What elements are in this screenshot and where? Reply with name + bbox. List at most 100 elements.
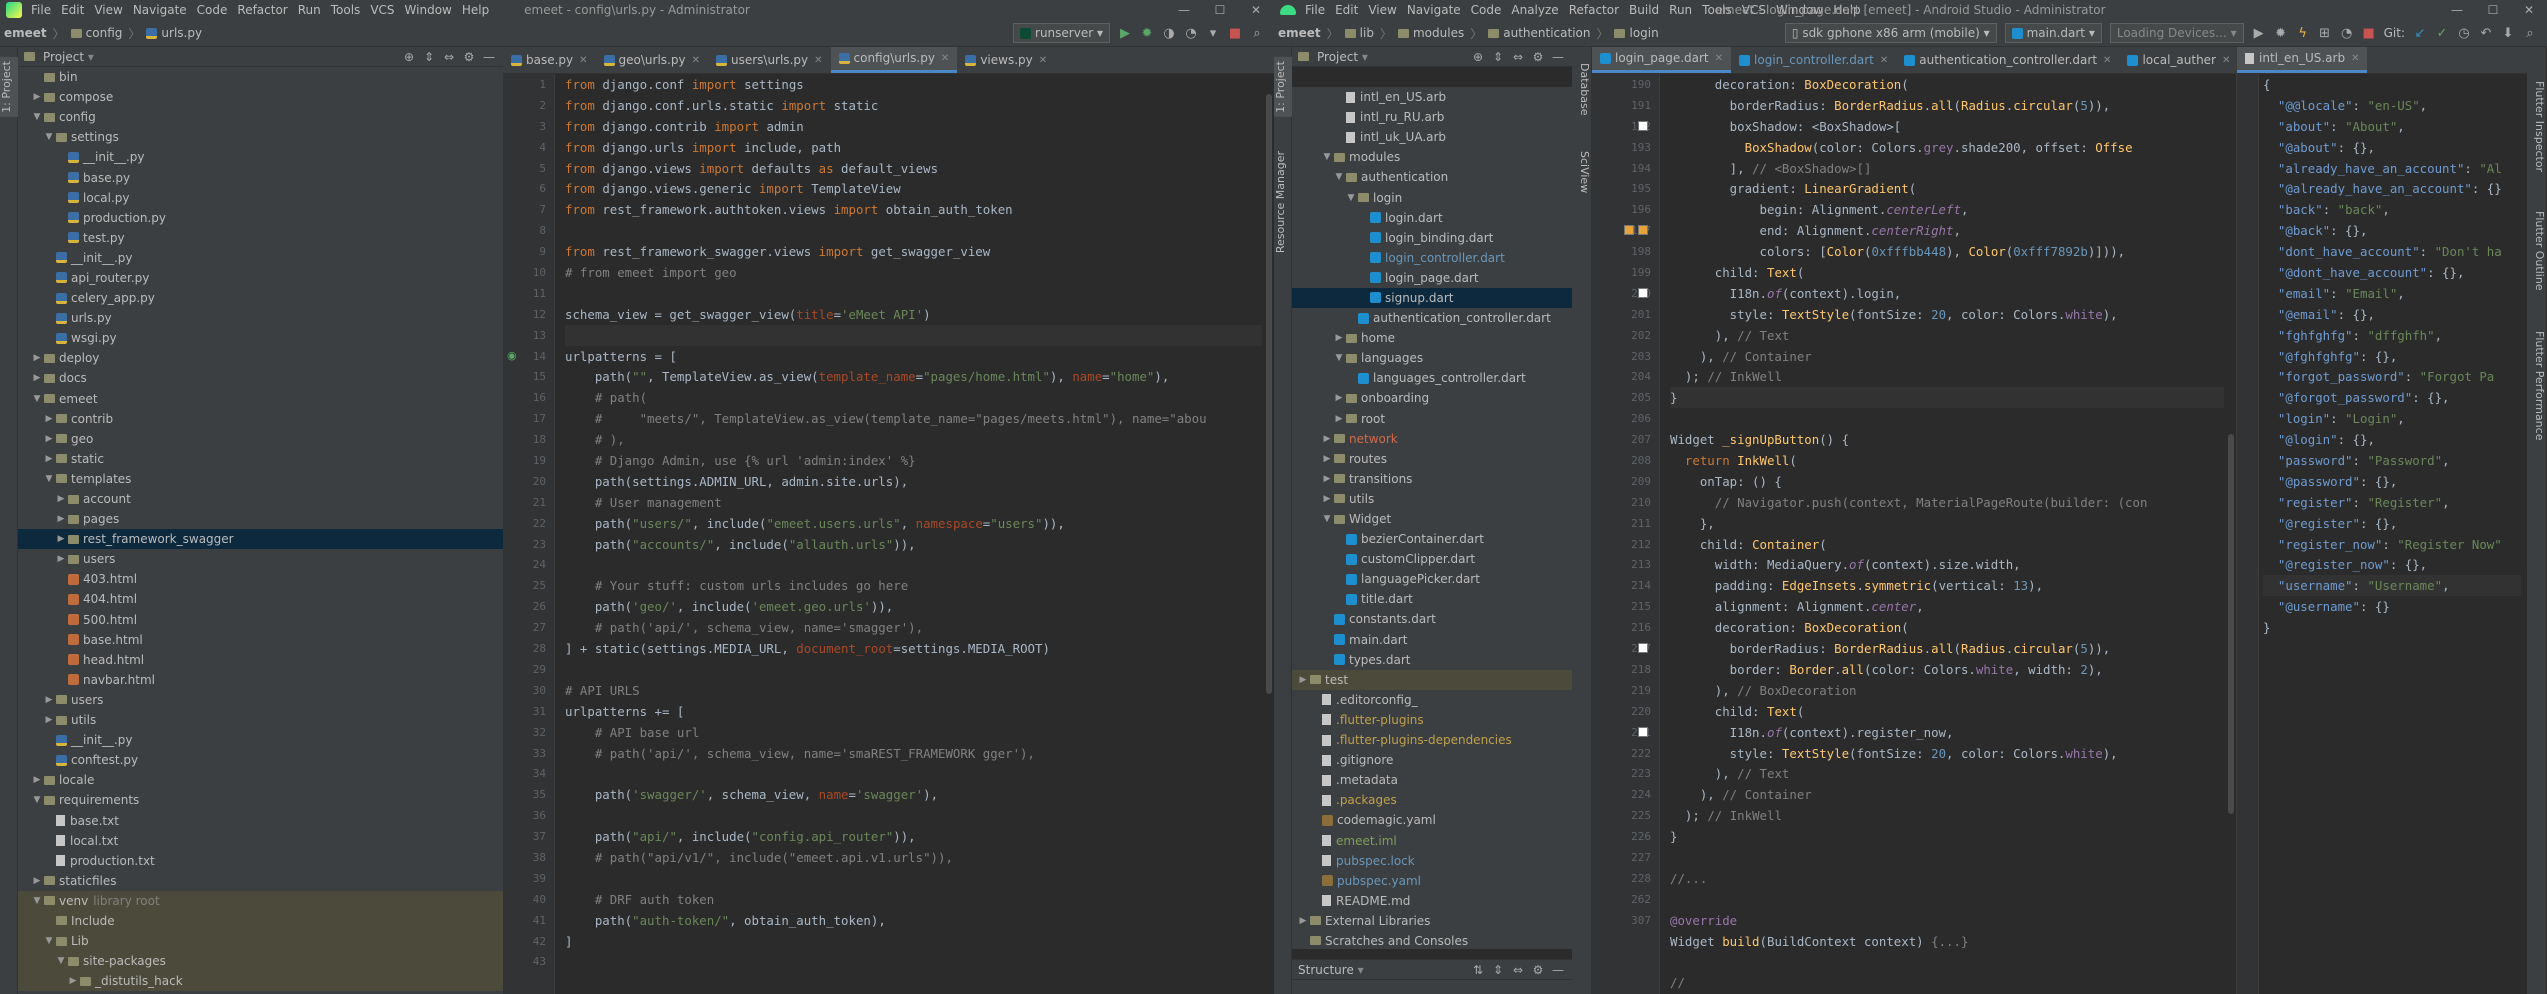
- collapsed-arrow-icon[interactable]: ▶: [42, 409, 56, 429]
- tree-item-languages[interactable]: ▼ languages: [1292, 348, 1572, 368]
- git-commit-icon[interactable]: ✓: [2431, 26, 2453, 41]
- expanded-arrow-icon[interactable]: ▼: [1344, 188, 1358, 208]
- tree-item-widget[interactable]: ▼ Widget: [1292, 509, 1572, 529]
- search-everywhere-icon[interactable]: ⌕: [1246, 26, 1268, 41]
- tree-item-authentication-controller-dart[interactable]: authentication_controller.dart: [1292, 308, 1572, 328]
- expanded-arrow-icon[interactable]: ▼: [30, 891, 44, 911]
- menu-view[interactable]: View: [1363, 3, 1401, 17]
- collapsed-arrow-icon[interactable]: ▶: [30, 87, 44, 107]
- run-icon[interactable]: ▶: [2248, 26, 2270, 41]
- debug-icon[interactable]: ✹: [1136, 26, 1158, 41]
- tree-item-local-txt[interactable]: local.txt: [18, 831, 503, 851]
- tree-item-geo[interactable]: ▶ geo: [18, 429, 503, 449]
- tree-item-intl-en-us-arb[interactable]: intl_en_US.arb: [1292, 87, 1572, 107]
- collapsed-arrow-icon[interactable]: ▶: [54, 529, 68, 549]
- expanded-arrow-icon[interactable]: ▼: [1320, 147, 1334, 167]
- attach-icon[interactable]: ⊞: [2314, 26, 2336, 41]
- tree-item-distutils-hack[interactable]: ▶ _distutils_hack: [18, 971, 503, 992]
- close-tab-icon[interactable]: ✕: [814, 47, 822, 74]
- tree-item-bin[interactable]: bin: [18, 67, 503, 87]
- tree-item-wsgi-py[interactable]: wsgi.py: [18, 328, 503, 348]
- tab-base-py[interactable]: base.py ✕: [503, 47, 596, 73]
- tree-item-title-dart[interactable]: title.dart: [1292, 589, 1572, 609]
- tree-item-locale[interactable]: ▶ locale: [18, 770, 503, 790]
- tree-item-login-page-dart[interactable]: login_page.dart: [1292, 268, 1572, 288]
- tree-item-intl-uk-ua-arb[interactable]: intl_uk_UA.arb: [1292, 127, 1572, 147]
- left-code-area[interactable]: from django.conf import settings from dja…: [565, 74, 1262, 994]
- menu-navigate[interactable]: Navigate: [128, 3, 192, 17]
- tree-item-languagepicker-dart[interactable]: languagePicker.dart: [1292, 569, 1572, 589]
- breadcrumb-login[interactable]: login: [1610, 26, 1662, 40]
- left-scroll-thumb[interactable]: [1266, 94, 1272, 694]
- tree-item-codemagic-yaml[interactable]: codemagic.yaml: [1292, 810, 1572, 830]
- tree-item-docs[interactable]: ▶ docs: [18, 368, 503, 388]
- tree-item-readme-md[interactable]: README.md: [1292, 891, 1572, 911]
- hide-icon[interactable]: —: [1548, 50, 1568, 64]
- tree-item-users[interactable]: ▶ users: [18, 549, 503, 569]
- tree-item-constants-dart[interactable]: constants.dart: [1292, 609, 1572, 629]
- breadcrumb-root[interactable]: emeet: [1274, 26, 1325, 40]
- color-preview-icon[interactable]: [1638, 288, 1648, 298]
- breadcrumb-root[interactable]: emeet: [0, 26, 51, 40]
- menu-tools[interactable]: Tools: [1697, 3, 1737, 17]
- tree-item-emeet[interactable]: ▼ emeet: [18, 389, 503, 409]
- tree-item-types-dart[interactable]: types.dart: [1292, 650, 1572, 670]
- tab-authentication-controller-dart[interactable]: authentication_controller.dart ✕: [1896, 47, 2119, 73]
- menu-window[interactable]: Window: [400, 3, 457, 17]
- collapsed-arrow-icon[interactable]: ▶: [1332, 328, 1346, 348]
- tree-item-home[interactable]: ▶ home: [1292, 328, 1572, 348]
- tree-item-init-py[interactable]: __init__.py: [18, 248, 503, 268]
- hide-icon[interactable]: —: [1548, 963, 1568, 977]
- tree-item-account[interactable]: ▶ account: [18, 489, 503, 509]
- tree-item-signup-dart[interactable]: signup.dart: [1292, 287, 1572, 309]
- tree-item-rest-framework-swagger[interactable]: ▶ rest_framework_swagger: [18, 529, 503, 550]
- coverage-icon[interactable]: ◑: [1158, 26, 1180, 41]
- devices-select[interactable]: Loading Devices... ▾: [2109, 23, 2244, 43]
- expanded-arrow-icon[interactable]: ▼: [1332, 348, 1346, 368]
- tree-item-init-py[interactable]: __init__.py: [18, 147, 503, 167]
- tree-item-templates[interactable]: ▼ templates: [18, 469, 503, 489]
- expanded-arrow-icon[interactable]: ▼: [54, 951, 68, 971]
- collapsed-arrow-icon[interactable]: ▶: [54, 489, 68, 509]
- device-select[interactable]: ▯ sdk gphone x86 arm (mobile) ▾: [1784, 23, 1997, 43]
- collapsed-arrow-icon[interactable]: ▶: [30, 871, 44, 891]
- tree-item-customclipper-dart[interactable]: customClipper.dart: [1292, 549, 1572, 569]
- breadcrumb-lib[interactable]: lib: [1341, 26, 1378, 40]
- run-icon[interactable]: ▶: [1114, 26, 1136, 41]
- arb-code-area[interactable]: { "@@locale": "en-US", "about": "About",…: [2263, 74, 2521, 994]
- menu-file[interactable]: File: [26, 3, 56, 17]
- tree-item-network[interactable]: ▶ network: [1292, 429, 1572, 449]
- sort-icon[interactable]: ⇅: [1468, 963, 1488, 977]
- tree-item-compose[interactable]: ▶ compose: [18, 87, 503, 107]
- tree-item-emeet-iml[interactable]: emeet.iml: [1292, 830, 1572, 850]
- git-history-icon[interactable]: ◷: [2453, 26, 2475, 41]
- collapse-all-icon[interactable]: ⇔: [1508, 963, 1528, 977]
- tab-views-py[interactable]: views.py ✕: [957, 47, 1055, 73]
- tree-item-urls-py[interactable]: urls.py: [18, 308, 503, 328]
- collapsed-arrow-icon[interactable]: ▶: [42, 710, 56, 730]
- tree-item-pubspec-lock[interactable]: pubspec.lock: [1292, 851, 1572, 871]
- tree-item-local-py[interactable]: local.py: [18, 188, 503, 208]
- collapsed-arrow-icon[interactable]: ▶: [42, 429, 56, 449]
- right-code-area[interactable]: decoration: BoxDecoration( borderRadius:…: [1670, 74, 2224, 994]
- run-config-select[interactable]: runserver ▾: [1013, 23, 1110, 43]
- tab-login-page-dart[interactable]: login_page.dart ✕: [1592, 47, 1732, 73]
- expanded-arrow-icon[interactable]: ▼: [30, 107, 44, 127]
- profile-icon[interactable]: ◔: [2336, 26, 2358, 41]
- flutter-inspector-tab[interactable]: Flutter Inspector: [2528, 77, 2546, 176]
- expand-all-icon[interactable]: ⇕: [419, 50, 439, 64]
- collapse-all-icon[interactable]: ⇔: [1508, 50, 1528, 64]
- tree-item-login-controller-dart[interactable]: login_controller.dart: [1292, 248, 1572, 268]
- tree-item-production-txt[interactable]: production.txt: [18, 851, 503, 871]
- tree-item-conftest-py[interactable]: conftest.py: [18, 750, 503, 770]
- tree-item-modules[interactable]: ▼ modules: [1292, 147, 1572, 167]
- locate-icon[interactable]: ⊕: [399, 50, 419, 64]
- tree-item-include[interactable]: Include: [18, 910, 503, 932]
- menu-refactor[interactable]: Refactor: [232, 3, 292, 17]
- collapsed-arrow-icon[interactable]: ▶: [42, 449, 56, 469]
- run-gutter-icon[interactable]: ◉: [507, 349, 519, 362]
- tree-item-api-router-py[interactable]: api_router.py: [18, 268, 503, 288]
- tree-item-requirements[interactable]: ▼ requirements: [18, 790, 503, 810]
- tree-item-base-txt[interactable]: base.txt: [18, 810, 503, 830]
- more-run-icon[interactable]: ▾: [1202, 26, 1224, 41]
